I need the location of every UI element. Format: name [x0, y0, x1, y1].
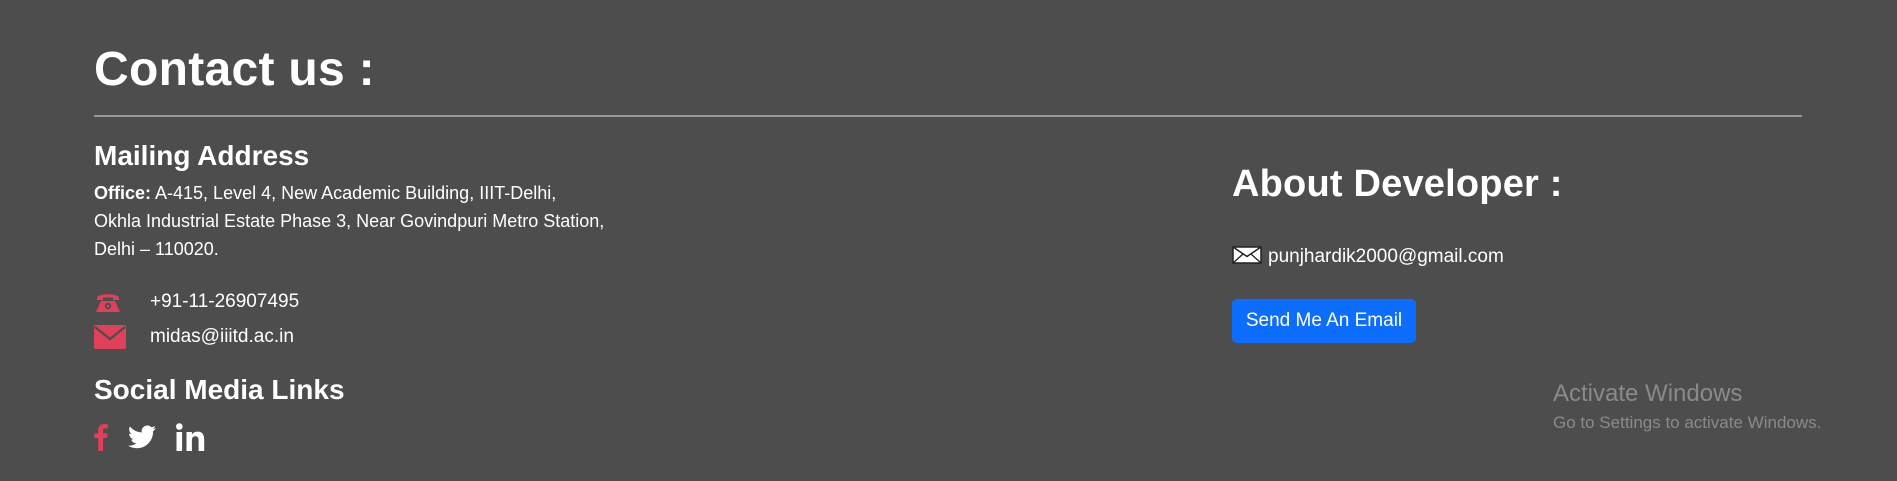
activate-windows-watermark: Activate Windows Go to Settings to activ…: [1553, 379, 1821, 435]
phone-icon: [94, 289, 126, 315]
developer-email[interactable]: punjhardik2000@gmail.com: [1268, 244, 1504, 270]
watermark-subtitle: Go to Settings to activate Windows.: [1553, 413, 1822, 432]
social-media-title: Social Media Links: [94, 374, 345, 405]
mailing-address-title: Mailing Address: [94, 140, 310, 171]
developer-email-row: punjhardik2000@gmail.com: [1232, 244, 1504, 270]
envelope-icon: [94, 324, 126, 350]
address-line-3: Delhi – 110020.: [94, 239, 219, 259]
phone-number: +91-11-26907495: [150, 291, 300, 312]
office-label: Office:: [94, 183, 152, 203]
phone-row: +91-11-26907495: [94, 287, 299, 317]
email-row: midas@iiitd.ac.in: [94, 322, 294, 352]
send-email-button[interactable]: Send Me An Email: [1232, 299, 1416, 343]
address-line-2: Okhla Industrial Estate Phase 3, Near Go…: [94, 211, 605, 231]
contact-email[interactable]: midas@iiitd.ac.in: [150, 324, 294, 350]
contact-heading: Contact us :: [94, 43, 375, 96]
office-address: Office: A-415, Level 4, New Academic Bui…: [94, 179, 654, 263]
envelope-icon: [1232, 245, 1262, 269]
address-line-1-text: A-415, Level 4, New Academic Building, I…: [151, 183, 557, 203]
contact-footer: Contact us : Mailing Address Office: A-4…: [0, 0, 1897, 481]
address-line-1: Office: A-415, Level 4, New Academic Bui…: [94, 179, 654, 207]
divider: [94, 115, 1802, 117]
watermark-title: Activate Windows: [1553, 380, 1743, 407]
linkedin-icon[interactable]: [176, 423, 206, 451]
about-developer-title: About Developer :: [1232, 163, 1563, 205]
twitter-icon[interactable]: [128, 425, 156, 449]
social-links: [94, 420, 226, 454]
facebook-icon[interactable]: [94, 423, 108, 451]
